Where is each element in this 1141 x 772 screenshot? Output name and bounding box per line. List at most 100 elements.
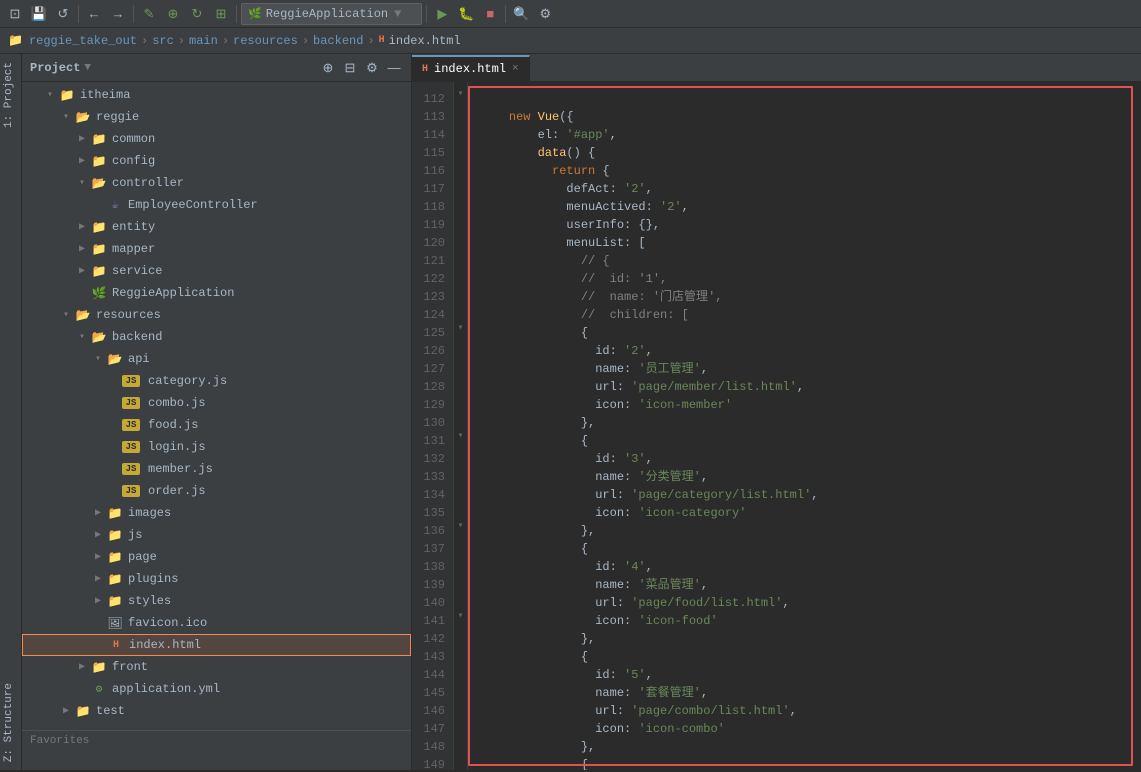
- breadcrumb-src[interactable]: src: [152, 34, 174, 48]
- sidebar-action-settings[interactable]: ⚙: [363, 59, 381, 77]
- tree-item-application-yml[interactable]: ⚙ application.yml: [22, 678, 411, 700]
- toolbar-btn-stop[interactable]: ■: [479, 3, 501, 25]
- sidebar: Project ▼ ⊕ ⊟ ⚙ — ▾ 📁 itheima ▾ 📂: [22, 54, 412, 770]
- breadcrumb-main[interactable]: main: [189, 34, 218, 48]
- breadcrumb-root[interactable]: reggie_take_out: [29, 34, 137, 48]
- tree-arrow-service[interactable]: ▶: [74, 265, 90, 277]
- tree-item-service[interactable]: ▶ 📁 service: [22, 260, 411, 282]
- breadcrumb-backend[interactable]: backend: [313, 34, 363, 48]
- tree-arrow-resources[interactable]: ▾: [58, 309, 74, 321]
- tab-close-btn[interactable]: ×: [512, 63, 519, 75]
- tree-item-combo-js[interactable]: JS combo.js: [22, 392, 411, 414]
- tree-item-login-js[interactable]: JS login.js: [22, 436, 411, 458]
- tree-arrow-test[interactable]: ▶: [58, 705, 74, 717]
- toolbar-btn-1[interactable]: ⊡: [4, 3, 26, 25]
- tree-arrow-itheima[interactable]: ▾: [42, 89, 58, 101]
- tree-item-index-html[interactable]: H index.html: [22, 634, 411, 656]
- folder-icon: 📂: [74, 308, 92, 323]
- toolbar-btn-search[interactable]: 🔍: [510, 3, 532, 25]
- tree-item-itheima[interactable]: ▾ 📁 itheima: [22, 84, 411, 106]
- toolbar-btn-reload[interactable]: ↺: [52, 3, 74, 25]
- sep1: [78, 5, 79, 23]
- tree-item-styles[interactable]: ▶ 📁 styles: [22, 590, 411, 612]
- tree-arrow-page[interactable]: ▶: [90, 551, 106, 563]
- tree-label-application-yml: application.yml: [112, 682, 411, 696]
- tree-arrow-images[interactable]: ▶: [90, 507, 106, 519]
- tree-item-reggie-app[interactable]: 🌿 ReggieApplication: [22, 282, 411, 304]
- toolbar-btn-forward[interactable]: →: [107, 3, 129, 25]
- tree-item-reggie[interactable]: ▾ 📂 reggie: [22, 106, 411, 128]
- code-line-149: {: [480, 756, 1133, 770]
- tree-item-api[interactable]: ▾ 📂 api: [22, 348, 411, 370]
- tree-item-controller[interactable]: ▾ 📂 controller: [22, 172, 411, 194]
- toolbar: ⊡ 💾 ↺ ← → ✎ ⊕ ↻ ⊞ 🌿 ReggieApplication ▼ …: [0, 0, 1141, 28]
- side-tab-structure[interactable]: Z: Structure: [0, 675, 21, 770]
- tree-item-test[interactable]: ▶ 📁 test: [22, 700, 411, 722]
- folder-icon: 📁: [90, 154, 108, 169]
- tree-arrow-plugins[interactable]: ▶: [90, 573, 106, 585]
- spring-icon: 🌿: [90, 286, 108, 301]
- tree-item-common[interactable]: ▶ 📁 common: [22, 128, 411, 150]
- toolbar-btn-add[interactable]: ⊕: [162, 3, 184, 25]
- code-line-118: menuActived: '2',: [480, 198, 1133, 216]
- toolbar-btn-edit[interactable]: ✎: [138, 3, 160, 25]
- tree-item-mapper[interactable]: ▶ 📁 mapper: [22, 238, 411, 260]
- tree-arrow-api[interactable]: ▾: [90, 353, 106, 365]
- tree-item-backend[interactable]: ▾ 📂 backend: [22, 326, 411, 348]
- tree-item-employee-controller[interactable]: ☕ EmployeeController: [22, 194, 411, 216]
- tree-arrow-front[interactable]: ▶: [74, 661, 90, 673]
- tree-item-front[interactable]: ▶ 📁 front: [22, 656, 411, 678]
- toolbar-btn-run[interactable]: ▶: [431, 3, 453, 25]
- code-line-127: name: '员工管理',: [480, 360, 1133, 378]
- tree-item-favicon[interactable]: 🖼 favicon.ico: [22, 612, 411, 634]
- toolbar-btn-debug[interactable]: 🐛: [455, 3, 477, 25]
- tree-item-config[interactable]: ▶ 📁 config: [22, 150, 411, 172]
- tree-item-category-js[interactable]: JS category.js: [22, 370, 411, 392]
- tree-label-service: service: [112, 264, 411, 278]
- sidebar-action-hide[interactable]: —: [385, 59, 403, 77]
- tree-arrow-controller[interactable]: ▾: [74, 177, 90, 189]
- tree-item-food-js[interactable]: JS food.js: [22, 414, 411, 436]
- code-line-128: url: 'page/member/list.html',: [480, 378, 1133, 396]
- code-line-131: {: [480, 432, 1133, 450]
- toolbar-btn-refresh[interactable]: ↻: [186, 3, 208, 25]
- breadcrumb-resources[interactable]: resources: [233, 34, 298, 48]
- tree-item-page[interactable]: ▶ 📁 page: [22, 546, 411, 568]
- sidebar-action-collapse[interactable]: ⊟: [341, 59, 359, 77]
- folder-icon: 📁: [90, 242, 108, 257]
- tree-arrow-mapper[interactable]: ▶: [74, 243, 90, 255]
- tree-arrow-js[interactable]: ▶: [90, 529, 106, 541]
- code-line-112: [480, 90, 1133, 108]
- sep5: [505, 5, 506, 23]
- tree-item-member-js[interactable]: JS member.js: [22, 458, 411, 480]
- toolbar-btn-back[interactable]: ←: [83, 3, 105, 25]
- tree-arrow-common[interactable]: ▶: [74, 133, 90, 145]
- side-tab-project[interactable]: 1: Project: [0, 54, 21, 136]
- file-tree[interactable]: ▾ 📁 itheima ▾ 📂 reggie ▶ 📁 common ▶: [22, 82, 411, 770]
- tree-arrow-styles[interactable]: ▶: [90, 595, 106, 607]
- tree-arrow-backend[interactable]: ▾: [74, 331, 90, 343]
- tree-item-images[interactable]: ▶ 📁 images: [22, 502, 411, 524]
- tree-label-resources: resources: [96, 308, 411, 322]
- toolbar-btn-play[interactable]: ⊞: [210, 3, 232, 25]
- sidebar-action-locate[interactable]: ⊕: [319, 59, 337, 77]
- tree-arrow-reggie[interactable]: ▾: [58, 111, 74, 123]
- tree-arrow-config[interactable]: ▶: [74, 155, 90, 167]
- app-selector[interactable]: 🌿 ReggieApplication ▼: [241, 3, 422, 25]
- toolbar-btn-save[interactable]: 💾: [28, 3, 50, 25]
- js-icon: JS: [122, 485, 140, 497]
- tree-label-reggie-app: ReggieApplication: [112, 286, 411, 300]
- toolbar-btn-settings[interactable]: ⚙: [534, 3, 556, 25]
- tree-item-resources[interactable]: ▾ 📂 resources: [22, 304, 411, 326]
- code-area[interactable]: new Vue({ el: '#app', data() { return { …: [468, 82, 1141, 770]
- tree-item-order-js[interactable]: JS order.js: [22, 480, 411, 502]
- tree-item-plugins[interactable]: ▶ 📁 plugins: [22, 568, 411, 590]
- code-line-129: icon: 'icon-member': [480, 396, 1133, 414]
- tree-label-itheima: itheima: [80, 88, 411, 102]
- tree-item-entity[interactable]: ▶ 📁 entity: [22, 216, 411, 238]
- tree-arrow-entity[interactable]: ▶: [74, 221, 90, 233]
- folder-icon: 📁: [106, 594, 124, 609]
- tab-index-html[interactable]: H index.html ×: [412, 55, 530, 81]
- tree-item-js[interactable]: ▶ 📁 js: [22, 524, 411, 546]
- yml-icon: ⚙: [90, 682, 108, 696]
